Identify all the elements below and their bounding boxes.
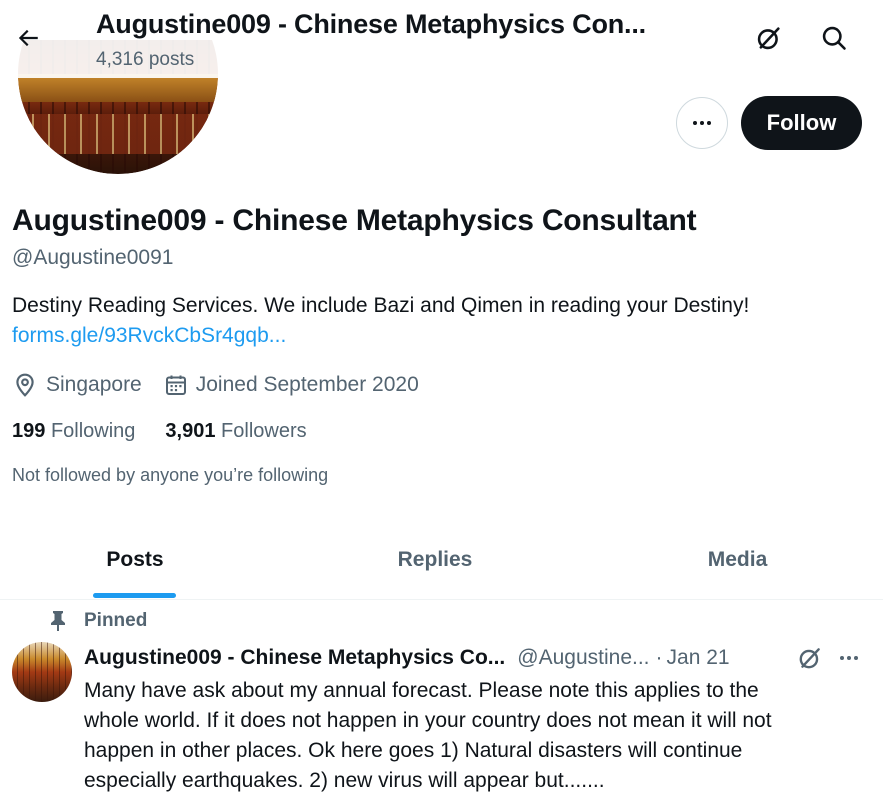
post-date[interactable]: Jan 21 [667, 646, 730, 670]
search-button[interactable] [814, 18, 854, 58]
joined-text: Joined September 2020 [195, 373, 419, 396]
top-bar: Augustine009 - Chinese Metaphysics Con..… [0, 0, 883, 78]
tab-media[interactable]: Media [590, 520, 883, 599]
more-horizontal-icon [693, 121, 711, 125]
profile-meta: Singapore Joined September 2020 [12, 370, 441, 400]
search-icon [822, 26, 846, 50]
following-label: Following [50, 420, 136, 442]
grok-icon [757, 27, 780, 50]
post-text-line: happen in other places. Ok here goes 1) … [84, 739, 743, 762]
following-stat[interactable]: 199 Following [12, 420, 135, 443]
location-text: Singapore [46, 373, 142, 396]
pinned-indicator: Pinned [48, 610, 147, 632]
followers-label: Followers [221, 420, 307, 442]
pinned-label: Pinned [84, 610, 148, 631]
post-separator: · [655, 646, 663, 669]
header-title: Augustine009 - Chinese Metaphysics Con..… [96, 9, 646, 39]
follow-stats: 199 Following 3,901 Followers [12, 420, 337, 443]
profile-bio: Destiny Reading Services. We include Baz… [12, 294, 750, 317]
profile-link[interactable]: forms.gle/93RvckCbSr4gqb... [12, 324, 286, 348]
calendar-icon [165, 375, 186, 395]
location-pin-icon [16, 373, 34, 397]
joined-item: Joined September 2020 [164, 373, 419, 397]
profile-tabs: Posts Replies Media [0, 520, 883, 600]
post-header: Augustine009 - Chinese Metaphysics Co...… [84, 644, 874, 672]
followers-stat[interactable]: 3,901 Followers [165, 420, 306, 443]
grok-button[interactable] [749, 18, 789, 58]
back-arrow-icon [18, 29, 38, 47]
post-author-handle[interactable]: @Augustine... [517, 646, 649, 670]
more-horizontal-icon [840, 656, 858, 660]
post-text-line: Many have ask about my annual forecast. … [84, 679, 759, 702]
tab-replies[interactable]: Replies [290, 520, 580, 599]
header-post-count: 4,316 posts [96, 49, 195, 70]
post-more-button[interactable] [833, 642, 865, 674]
post-grok-button[interactable] [794, 642, 826, 674]
profile-handle: @Augustine0091 [12, 246, 174, 269]
back-button[interactable] [8, 18, 48, 58]
grok-icon [799, 648, 820, 669]
profile-page: Augustine009 - Chinese Metaphysics Con..… [0, 0, 883, 805]
post-avatar[interactable] [12, 642, 72, 702]
pin-icon [51, 611, 65, 631]
following-count: 199 [12, 420, 46, 442]
location-item: Singapore [12, 372, 142, 398]
followers-count: 3,901 [165, 420, 216, 442]
more-options-button[interactable] [676, 97, 728, 149]
follow-button[interactable]: Follow [741, 96, 862, 150]
profile-display-name: Augustine009 - Chinese Metaphysics Consu… [12, 204, 697, 237]
not-followed-note: Not followed by anyone you’re following [12, 465, 329, 485]
post-text[interactable]: Many have ask about my annual forecast. … [84, 676, 874, 796]
active-tab-indicator [93, 593, 176, 598]
post-author-name[interactable]: Augustine009 - Chinese Metaphysics Co... [84, 646, 505, 670]
tab-posts[interactable]: Posts [0, 520, 270, 599]
post-text-line: especially earthquakes. 2) new virus wil… [84, 769, 605, 792]
post-text-line: whole world. If it does not happen in yo… [84, 709, 772, 732]
